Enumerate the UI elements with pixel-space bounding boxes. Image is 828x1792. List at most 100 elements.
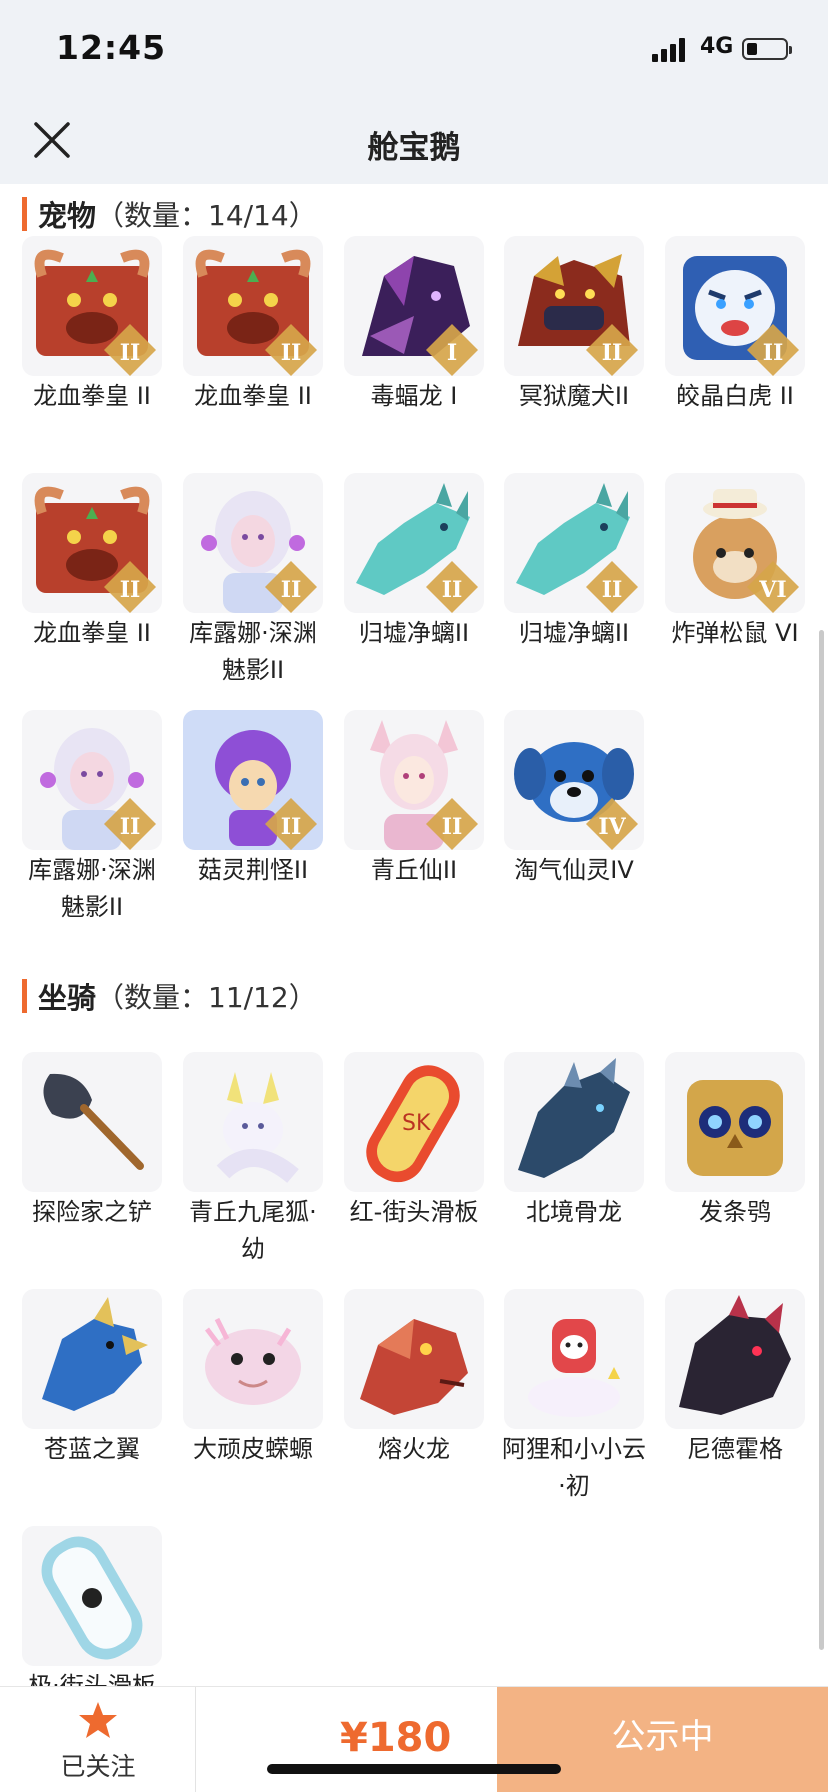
svg-text:II: II — [281, 814, 302, 840]
purple-hair-sprite-icon[interactable]: II — [183, 710, 323, 850]
svg-text:II: II — [442, 577, 463, 603]
red-skateboard-icon[interactable]: SK — [344, 1052, 484, 1192]
pet-item-label: 归墟净螭II — [358, 619, 470, 647]
pet-item[interactable]: II 库露娜·深渊魅影II — [183, 473, 323, 689]
pet-item-label: 龙血拳皇 II — [33, 619, 151, 647]
mounts-section-title: 坐骑 — [38, 981, 97, 1015]
mount-item-label: 北境骨龙 — [526, 1198, 622, 1226]
svg-text:II: II — [281, 340, 302, 366]
status-button[interactable]: 公示中 — [497, 1687, 828, 1792]
white-hair-girl-icon[interactable]: II — [183, 473, 323, 613]
nav-bar: 舱宝鹅 — [0, 100, 828, 184]
pet-item[interactable]: II 龙血拳皇 II — [22, 236, 162, 415]
mount-item-label: 尼德霍格 — [687, 1435, 783, 1463]
price: ¥180 — [340, 1715, 452, 1761]
pet-item-label: 毒蝠龙 I — [370, 382, 458, 410]
section-accent-bar — [22, 979, 27, 1013]
mount-item[interactable]: 青丘九尾狐·幼 — [183, 1052, 323, 1268]
status-bar: 12:45 4G — [0, 0, 828, 100]
scrollbar[interactable] — [819, 630, 824, 1650]
mount-item-label: 发条鸮 — [699, 1198, 771, 1226]
mount-item[interactable]: 尼德霍格 — [665, 1289, 805, 1468]
pet-item[interactable]: II 皎晶白虎 II — [665, 236, 805, 415]
rank-badge: II — [426, 561, 478, 613]
pet-item-label: 龙血拳皇 II — [33, 382, 151, 410]
signal-icon — [652, 38, 685, 62]
red-horned-beast-icon[interactable]: II — [22, 236, 162, 376]
svg-text:II: II — [602, 577, 623, 603]
svg-text:II: II — [120, 340, 141, 366]
mount-item[interactable]: 极·街头滑板 — [22, 1526, 162, 1686]
svg-text:IV: IV — [598, 814, 626, 840]
battery-icon — [742, 38, 792, 60]
pet-item[interactable]: VI 炸弹松鼠 VI — [665, 473, 805, 652]
mount-item[interactable]: 探险家之铲 — [22, 1052, 162, 1231]
pet-item-label: 皎晶白虎 II — [676, 382, 794, 410]
fox-fairy-icon[interactable]: II — [344, 710, 484, 850]
blue-eagle-icon[interactable] — [22, 1289, 162, 1429]
white-skateboard-icon[interactable] — [22, 1526, 162, 1666]
pet-item-label: 青丘仙II — [370, 856, 458, 884]
home-indicator — [267, 1764, 561, 1774]
svg-text:II: II — [442, 814, 463, 840]
mount-item-label: 阿狸和小小云·初 — [502, 1435, 646, 1500]
pet-item-label: 库露娜·深渊魅影II — [28, 856, 156, 921]
pets-section-count: （数量：14/14） — [96, 199, 317, 232]
pet-item[interactable]: II 菇灵荆怪II — [183, 710, 323, 889]
status-time: 12:45 — [56, 28, 167, 67]
red-horned-beast-icon[interactable]: II — [183, 236, 323, 376]
hell-hound-icon[interactable]: II — [504, 236, 644, 376]
rank-badge: II — [586, 561, 638, 613]
teal-dragon-icon[interactable]: II — [344, 473, 484, 613]
white-tiger-icon[interactable]: II — [665, 236, 805, 376]
section-accent-bar — [22, 197, 27, 231]
pet-item[interactable]: II 库露娜·深渊魅影II — [22, 710, 162, 926]
inventory-content[interactable]: 宠物 （数量：14/14） II 龙血拳皇 II II 龙血拳皇 II I 毒蝠龙 I II… — [0, 184, 828, 1686]
shovel-icon[interactable] — [22, 1052, 162, 1192]
pets-section-header: 宠物 （数量：14/14） — [22, 194, 317, 234]
red-horned-beast-icon[interactable]: II — [22, 473, 162, 613]
svg-text:VI: VI — [758, 577, 786, 603]
teal-dragon-icon[interactable]: II — [504, 473, 644, 613]
pet-item-label: 冥狱魔犬II — [518, 382, 630, 410]
mount-item-label: 熔火龙 — [378, 1435, 450, 1463]
squirrel-with-hat-icon[interactable]: VI — [665, 473, 805, 613]
mount-item-label: 苍蓝之翼 — [44, 1435, 140, 1463]
pet-item-label: 菇灵荆怪II — [197, 856, 309, 884]
follow-button[interactable]: 已关注 — [0, 1687, 196, 1792]
svg-text:I: I — [447, 340, 457, 366]
white-hair-girl-icon[interactable]: II — [22, 710, 162, 850]
bone-dragon-icon[interactable] — [504, 1052, 644, 1192]
pet-item-label: 淘气仙灵IV — [514, 856, 634, 884]
network-type: 4G — [700, 34, 734, 59]
mount-item[interactable]: 熔火龙 — [344, 1289, 484, 1468]
pet-item[interactable]: II 归墟净螭II — [344, 473, 484, 652]
purple-bat-dragon-icon[interactable]: I — [344, 236, 484, 376]
mount-item-label: 探险家之铲 — [32, 1198, 152, 1226]
white-fox-icon[interactable] — [183, 1052, 323, 1192]
mount-item-label: 极·街头滑板 — [28, 1672, 156, 1686]
blue-puppy-icon[interactable]: IV — [504, 710, 644, 850]
dark-dragon-icon[interactable] — [665, 1289, 805, 1429]
pet-item[interactable]: II 龙血拳皇 II — [183, 236, 323, 415]
ali-on-cloud-icon[interactable] — [504, 1289, 644, 1429]
mount-item[interactable]: 大顽皮蝾螈 — [183, 1289, 323, 1468]
clockwork-owl-icon[interactable] — [665, 1052, 805, 1192]
mount-item[interactable]: 苍蓝之翼 — [22, 1289, 162, 1468]
mount-item[interactable]: 北境骨龙 — [504, 1052, 644, 1231]
pet-item[interactable]: II 冥狱魔犬II — [504, 236, 644, 415]
pink-axolotl-icon[interactable] — [183, 1289, 323, 1429]
mounts-section-header: 坐骑 （数量：11/12） — [22, 976, 317, 1016]
svg-text:II: II — [602, 340, 623, 366]
mount-item[interactable]: 发条鸮 — [665, 1052, 805, 1231]
pet-item[interactable]: II 龙血拳皇 II — [22, 473, 162, 652]
pets-section-title: 宠物 — [38, 199, 97, 233]
pet-item[interactable]: I 毒蝠龙 I — [344, 236, 484, 415]
mount-item[interactable]: 阿狸和小小云·初 — [502, 1289, 646, 1505]
mount-item[interactable]: SK 红-街头滑板 — [344, 1052, 484, 1231]
star-icon — [79, 1702, 117, 1738]
pet-item[interactable]: II 青丘仙II — [344, 710, 484, 889]
pet-item[interactable]: II 归墟净螭II — [504, 473, 644, 652]
magma-dragon-icon[interactable] — [344, 1289, 484, 1429]
pet-item[interactable]: IV 淘气仙灵IV — [504, 710, 644, 889]
